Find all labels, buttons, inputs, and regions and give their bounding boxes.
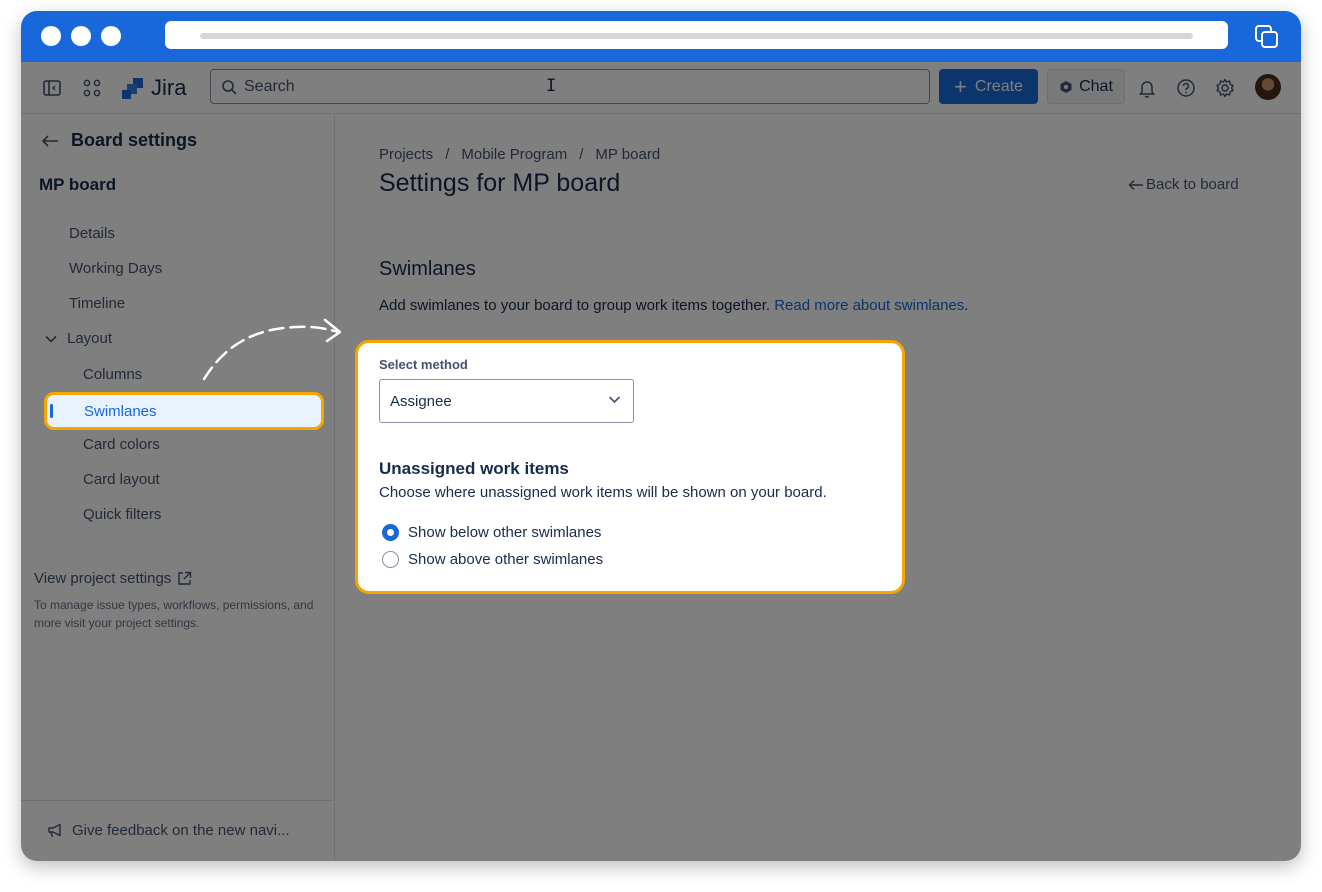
board-name: MP board <box>39 175 117 194</box>
select-value: Assignee <box>390 393 452 410</box>
sidebar-item-timeline[interactable]: Timeline <box>69 295 125 312</box>
app-switcher-icon[interactable] <box>81 77 103 99</box>
back-to-board-link[interactable]: Back to board <box>1128 176 1239 193</box>
megaphone-icon <box>48 823 61 838</box>
rovo-icon <box>1060 80 1072 93</box>
sidebar-item-layout[interactable]: Layout <box>45 330 112 347</box>
top-navigation: Jira Search I + Create Chat <box>21 62 1301 114</box>
arrow-left-icon <box>1128 179 1143 190</box>
browser-window: Jira Search I + Create Chat Board settin… <box>21 11 1301 861</box>
swimlanes-label: Swimlanes <box>84 403 157 420</box>
sidebar-item-swimlanes[interactable]: Swimlanes <box>44 392 324 430</box>
create-label: Create <box>974 77 1023 95</box>
arrow-left-icon <box>41 134 58 147</box>
active-indicator <box>50 404 53 418</box>
project-settings-description: To manage issue types, workflows, permis… <box>34 598 314 630</box>
breadcrumb: Projects / Mobile Program / MP board <box>379 146 660 163</box>
page-title: Settings for MP board <box>379 169 621 197</box>
chevron-down-icon <box>45 335 57 343</box>
unassigned-description: Choose where unassigned work items will … <box>379 484 827 501</box>
browser-titlebar <box>21 11 1301 62</box>
search-placeholder: Search <box>244 78 295 95</box>
board-settings-heading: Board settings <box>71 130 198 150</box>
sidebar-item-card-layout[interactable]: Card layout <box>83 471 160 488</box>
address-bar[interactable] <box>165 21 1228 49</box>
sidebar-toggle-icon[interactable] <box>41 77 63 99</box>
view-project-settings-link[interactable]: View project settings <box>34 570 192 587</box>
help-icon[interactable] <box>1175 77 1197 99</box>
sidebar-item-details[interactable]: Details <box>69 225 115 242</box>
sidebar-item-working-days[interactable]: Working Days <box>69 260 162 277</box>
back-to-board-label: Back to board <box>1146 176 1239 193</box>
sidebar-item-columns[interactable]: Columns <box>83 366 142 383</box>
swimlanes-description: Add swimlanes to your board to group wor… <box>379 297 968 314</box>
feedback-label: Give feedback on the new navi... <box>72 822 290 839</box>
text-cursor-icon: I <box>546 76 557 96</box>
select-method-label: Select method <box>379 357 468 372</box>
jira-logo-icon <box>122 78 143 99</box>
sidebar-item-card-colors[interactable]: Card colors <box>83 436 160 453</box>
swimlane-method-select[interactable]: Assignee <box>379 379 634 423</box>
swimlane-settings-card: Select method Assignee Unassigned work i… <box>355 340 905 594</box>
radio-show-below-label: Show below other swimlanes <box>408 524 602 541</box>
search-icon <box>222 80 237 95</box>
radio-checked-icon[interactable] <box>382 524 399 541</box>
user-avatar[interactable] <box>1255 74 1281 100</box>
window-maximize-dot[interactable] <box>101 26 121 46</box>
radio-show-above-label: Show above other swimlanes <box>408 551 604 568</box>
board-settings-back-link[interactable]: Board settings <box>41 130 197 151</box>
annotation-arrow-icon <box>202 318 342 381</box>
breadcrumb-projects[interactable]: Projects <box>379 146 433 163</box>
radio-show-below[interactable]: Show below other swimlanes <box>382 524 601 541</box>
view-project-settings-label: View project settings <box>34 570 172 587</box>
chat-label: Chat <box>1079 77 1113 95</box>
unassigned-heading: Unassigned work items <box>379 459 569 478</box>
create-button[interactable]: + Create <box>939 69 1038 104</box>
breadcrumb-separator: / <box>579 146 584 163</box>
breadcrumb-mp-board[interactable]: MP board <box>595 146 660 163</box>
swimlanes-heading: Swimlanes <box>379 258 476 280</box>
window-close-dot[interactable] <box>41 26 61 46</box>
address-placeholder-line <box>200 33 1193 39</box>
app-name: Jira <box>151 75 187 100</box>
plus-icon: + <box>954 73 967 99</box>
layout-label: Layout <box>67 330 113 347</box>
settings-gear-icon[interactable] <box>1214 77 1236 99</box>
radio-show-above[interactable]: Show above other swimlanes <box>382 551 603 568</box>
board-settings-sidebar: Board settings MP board Details Working … <box>21 114 335 861</box>
sidebar-item-quick-filters[interactable]: Quick filters <box>83 506 161 523</box>
tabs-icon[interactable] <box>1253 23 1281 51</box>
feedback-footer: Give feedback on the new navi... <box>21 800 335 861</box>
give-feedback-button[interactable]: Give feedback on the new navi... <box>47 822 290 839</box>
window-minimize-dot[interactable] <box>71 26 91 46</box>
breadcrumb-separator: / <box>445 146 450 163</box>
chat-button[interactable]: Chat <box>1047 69 1125 104</box>
description-end: . <box>964 297 969 314</box>
jira-logo[interactable]: Jira <box>121 75 186 101</box>
radio-unchecked-icon[interactable] <box>382 551 399 568</box>
external-link-icon <box>178 571 192 585</box>
breadcrumb-mobile-program[interactable]: Mobile Program <box>461 146 567 163</box>
chevron-down-icon <box>608 396 621 404</box>
read-more-swimlanes-link[interactable]: Read more about swimlanes <box>774 297 964 314</box>
search-input[interactable]: Search I <box>210 69 930 104</box>
swimlanes-description-text: Add swimlanes to your board to group wor… <box>379 297 775 314</box>
notifications-icon[interactable] <box>1136 77 1158 99</box>
